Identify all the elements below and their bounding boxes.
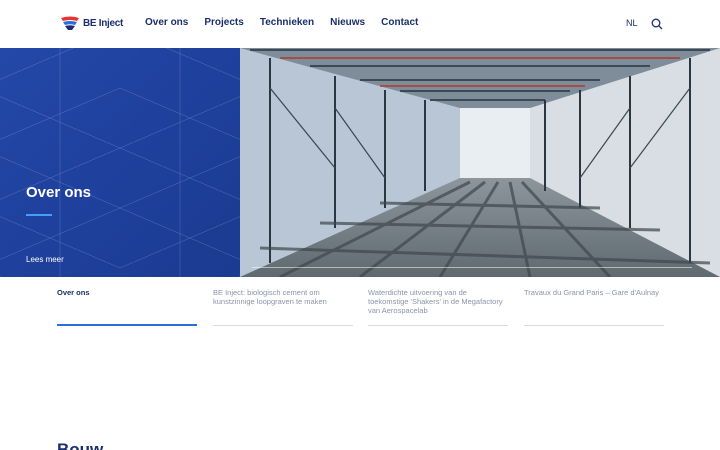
language-switcher[interactable]: NL <box>626 18 638 28</box>
nav-item-technieken[interactable]: Technieken <box>260 17 314 28</box>
hero-panel: Over ons Lees meer <box>0 48 240 277</box>
hero-image <box>240 48 720 277</box>
slide-tab-over-ons[interactable]: Over ons <box>57 288 197 326</box>
be-inject-logo-icon <box>61 16 79 30</box>
hero-title-underline <box>26 214 52 216</box>
nav-item-contact[interactable]: Contact <box>381 17 418 28</box>
slide-tab-biologisch-cement[interactable]: BE Inject: biologisch cement om kunstzin… <box>213 288 353 326</box>
slide-tab-waterdichte-uitvoering[interactable]: Waterdichte uitvoering van de toekomstig… <box>368 288 508 326</box>
hero-background-pattern <box>0 48 240 277</box>
site-header: BE Inject Over ons Projects Technieken N… <box>0 0 720 48</box>
main-nav: Over ons Projects Technieken Nieuws Cont… <box>145 17 418 28</box>
search-icon[interactable] <box>651 18 663 30</box>
hero-title: Over ons <box>26 184 92 201</box>
nav-item-nieuws[interactable]: Nieuws <box>330 17 365 28</box>
logo[interactable]: BE Inject <box>60 14 123 32</box>
slide-tab-grand-paris[interactable]: Travaux du Grand Paris – Gare d'Aulnay <box>524 288 664 326</box>
slide-tab-label: BE Inject: biologisch cement om kunstzin… <box>213 288 327 306</box>
hero-section: Over ons Lees meer <box>0 48 720 277</box>
logo-text: BE Inject <box>83 17 124 29</box>
slide-tab-label: Over ons <box>57 288 90 297</box>
section-heading: Bouw <box>57 440 104 450</box>
slide-tab-label: Travaux du Grand Paris – Gare d'Aulnay <box>524 288 659 297</box>
slider-tabs: Over ons BE Inject: biologisch cement om… <box>57 288 664 328</box>
slide-tab-label: Waterdichte uitvoering van de toekomstig… <box>368 288 503 315</box>
scaffold-walkway-image <box>240 48 720 277</box>
read-more-link[interactable]: Lees meer <box>26 255 64 264</box>
nav-item-projects[interactable]: Projects <box>204 17 243 28</box>
nav-item-over-ons[interactable]: Over ons <box>145 17 188 28</box>
slider-progress-bar <box>252 267 692 268</box>
